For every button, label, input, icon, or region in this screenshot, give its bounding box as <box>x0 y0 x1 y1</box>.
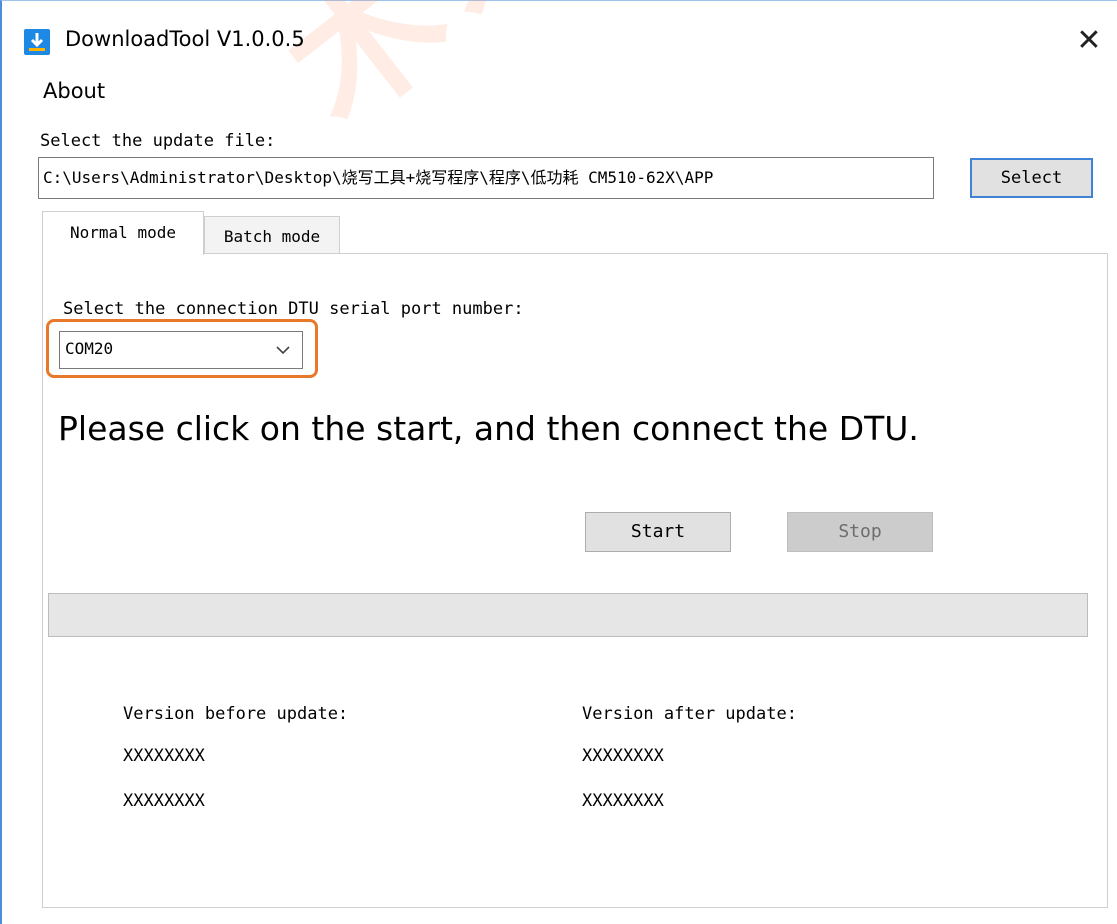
serial-port-select[interactable]: COM20 <box>59 331 303 369</box>
version-after-value-2: XXXXXXXX <box>582 791 664 811</box>
update-file-path-field[interactable]: C:\Users\Administrator\Desktop\烧写工具+烧写程序… <box>38 157 934 199</box>
version-after-value-1: XXXXXXXX <box>582 746 664 766</box>
version-after-label: Version after update: <box>582 704 797 724</box>
select-file-button[interactable]: Select <box>970 158 1093 198</box>
download-app-icon <box>24 29 50 55</box>
progress-bar <box>48 593 1088 637</box>
update-file-label: Select the update file: <box>40 131 276 151</box>
serial-port-label: Select the connection DTU serial port nu… <box>63 299 524 319</box>
version-before-value-2: XXXXXXXX <box>123 791 205 811</box>
window-title: DownloadTool V1.0.0.5 <box>65 27 305 51</box>
close-button[interactable]: ✕ <box>1061 16 1117 66</box>
chevron-down-icon <box>276 346 290 355</box>
tab-normal-mode[interactable]: Normal mode <box>42 211 204 255</box>
download-tool-window: 木木通 DownloadTool V1.0.0.5 ✕ About Select… <box>0 0 1117 924</box>
instruction-text: Please click on the start, and then conn… <box>58 409 919 448</box>
title-bar: DownloadTool V1.0.0.5 ✕ <box>2 1 1117 73</box>
stop-button[interactable]: Stop <box>787 512 933 552</box>
serial-port-value: COM20 <box>65 339 114 358</box>
version-before-value-1: XXXXXXXX <box>123 746 205 766</box>
version-before-label: Version before update: <box>123 704 349 724</box>
menu-about[interactable]: About <box>43 79 105 103</box>
tab-batch-mode[interactable]: Batch mode <box>204 216 340 254</box>
start-button[interactable]: Start <box>585 512 731 552</box>
